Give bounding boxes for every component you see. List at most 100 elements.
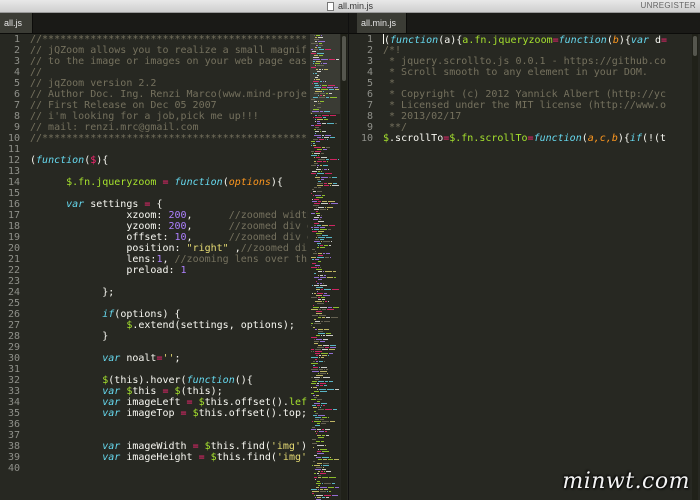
minimap-stroke — [322, 355, 327, 356]
minimap-stroke — [312, 153, 313, 154]
minimap-stroke — [318, 437, 324, 438]
minimap-stroke — [312, 229, 313, 230]
line-number: 5 — [366, 78, 373, 89]
right-editor-pane[interactable]: all.min.js 1 2 3 4 5 6 7 8 9 10 (function(a){a.fn… — [349, 13, 700, 500]
line-number: 31 — [7, 364, 20, 375]
code-token: //zoomed width — [228, 210, 308, 221]
minimap-stroke — [315, 131, 319, 132]
line-number: 4 — [13, 67, 20, 78]
minimap-stroke — [329, 59, 335, 60]
minimap-stroke — [338, 159, 339, 160]
tab-all-js[interactable]: all.js — [0, 13, 34, 33]
minimap-stroke — [318, 101, 319, 102]
minimap-stroke — [335, 389, 339, 390]
minimap-stroke — [318, 201, 321, 202]
window-titlebar: all.min.js UNREGISTER — [0, 0, 700, 13]
minimap-stroke — [322, 299, 325, 300]
line-number: 1 — [13, 34, 20, 45]
minimap-stroke — [324, 483, 331, 484]
left-vertical-scrollbar[interactable] — [341, 34, 347, 500]
minimap-stroke — [315, 301, 322, 302]
minimap-stroke — [314, 161, 316, 162]
minimap-stroke — [326, 435, 329, 436]
minimap-stroke — [327, 139, 328, 140]
minimap-stroke — [311, 369, 318, 370]
minimap-stroke — [313, 195, 314, 196]
minimap-stroke — [314, 209, 319, 210]
code-line: * 2013/02/17 — [383, 111, 700, 122]
minimap-stroke — [323, 283, 324, 284]
minimap-stroke — [325, 135, 331, 136]
left-minimap[interactable] — [310, 34, 340, 500]
minimap-stroke — [314, 229, 319, 230]
minimap-stroke — [320, 491, 326, 492]
minimap-stroke — [312, 443, 317, 444]
minimap-stroke — [320, 277, 326, 278]
minimap-stroke — [315, 265, 320, 266]
line-number: 5 — [13, 78, 20, 89]
tab-all-min-js[interactable]: all.min.js — [357, 13, 408, 33]
minimap-stroke — [322, 417, 327, 418]
code-line: offset: 10, //zoomed div d — [30, 232, 308, 243]
minimap-stroke — [317, 161, 322, 162]
minimap-stroke — [323, 117, 326, 118]
code-token: d — [648, 35, 662, 46]
minimap-stroke — [318, 415, 325, 416]
minimap-stroke — [314, 473, 316, 474]
minimap-stroke — [315, 121, 316, 122]
minimap-stroke — [332, 495, 338, 496]
minimap-stroke — [311, 349, 314, 350]
minimap-stroke — [322, 131, 326, 132]
minimap-stroke — [312, 405, 316, 406]
code-line: * Licensed under the MIT license (http:/… — [383, 100, 700, 111]
right-code-area[interactable]: (function(a){a.fn.jqueryzoom=function(b)… — [383, 34, 700, 144]
minimap-stroke — [313, 461, 315, 462]
minimap-stroke — [315, 85, 319, 86]
minimap-stroke — [321, 297, 325, 298]
minimap-stroke — [318, 181, 321, 182]
minimap-stroke — [314, 35, 315, 36]
line-number: 27 — [7, 320, 20, 331]
minimap-stroke — [318, 155, 319, 156]
minimap-stroke — [317, 257, 324, 258]
minimap-stroke — [322, 85, 327, 86]
code-token: function — [174, 177, 223, 188]
watermark-logo: minwt.com — [562, 469, 690, 494]
right-scroll-thumb[interactable] — [693, 36, 697, 56]
minimap-stroke — [318, 409, 324, 410]
minimap-stroke — [321, 441, 324, 442]
minimap-stroke — [323, 91, 324, 92]
minimap-stroke — [315, 239, 319, 240]
code-line: $(this).hover(function(){ — [30, 375, 308, 386]
minimap-stroke — [320, 373, 326, 374]
code-line: var imageTop = $this.offset().top; — [30, 408, 308, 419]
minimap-stroke — [324, 321, 330, 322]
left-code-area[interactable]: //**************************************… — [30, 34, 308, 474]
right-vertical-scrollbar[interactable] — [692, 34, 698, 500]
minimap-stroke — [313, 447, 314, 448]
minimap-stroke — [326, 253, 330, 254]
code-line: }; — [30, 287, 308, 298]
minimap-stroke — [315, 379, 319, 380]
minimap-stroke — [318, 407, 319, 408]
minimap-stroke — [313, 61, 315, 62]
minimap-stroke — [316, 457, 321, 458]
minimap-stroke — [325, 429, 330, 430]
left-editor-pane[interactable]: all.js 1 2 3 4 5 6 7 8 9 10 11 12 13 14 15 16 17 18 19 20 21… — [0, 13, 349, 500]
minimap-stroke — [313, 367, 318, 368]
minimap-stroke — [320, 81, 322, 82]
line-number: 29 — [7, 342, 20, 353]
left-scroll-thumb[interactable] — [342, 36, 346, 81]
minimap-stroke — [313, 57, 319, 58]
minimap-stroke — [313, 305, 314, 306]
code-token: , — [186, 221, 229, 232]
code-token: function — [186, 375, 235, 386]
minimap-stroke — [321, 177, 328, 178]
minimap-stroke — [316, 335, 320, 336]
code-token: this.find( — [216, 452, 277, 463]
minimap-stroke — [317, 243, 321, 244]
